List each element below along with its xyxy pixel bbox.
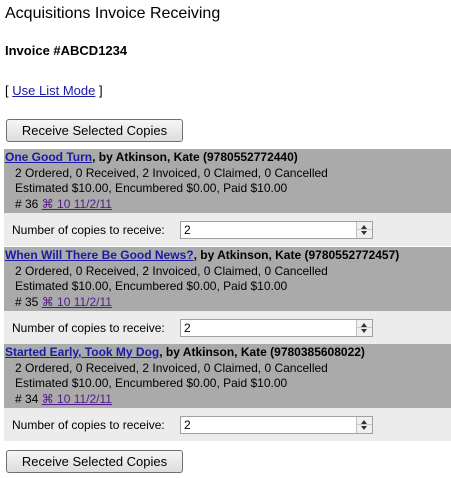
- receive-selected-copies-button-top[interactable]: Receive Selected Copies: [6, 119, 183, 142]
- lineitem-id-row: # 36 ⌘ 10 11/2/11: [5, 197, 451, 213]
- lineitem-info: When Will There Be Good News?, by Atkins…: [4, 247, 451, 311]
- spinner-down-icon[interactable]: [361, 329, 367, 333]
- lineitem-counts: 2 Ordered, 0 Received, 2 Invoiced, 0 Cla…: [15, 165, 328, 180]
- lineitem-info: One Good Turn, by Atkinson, Kate (978055…: [4, 149, 451, 213]
- spinner-down-icon[interactable]: [361, 426, 367, 430]
- purchase-order-link[interactable]: ⌘ 10 11/2/11: [42, 295, 112, 309]
- copies-to-receive-stepper[interactable]: 2: [180, 416, 373, 434]
- lineitem-block: When Will There Be Good News?, by Atkins…: [4, 247, 451, 344]
- lineitem-block: Started Early, Took My Dog, by Atkinson,…: [4, 344, 451, 441]
- copies-to-receive-value: 2: [184, 223, 191, 237]
- lineitem-number: # 34: [15, 391, 39, 406]
- lineitem-title-link[interactable]: When Will There Be Good News?: [5, 248, 194, 262]
- lineitem-id-row: # 35 ⌘ 10 11/2/11: [5, 295, 451, 311]
- copies-to-receive-stepper[interactable]: 2: [180, 221, 373, 239]
- lineitem-amounts: Estimated $10.00, Encumbered $0.00, Paid…: [15, 376, 288, 390]
- lineitem-author-isbn: , by Atkinson, Kate (9780552772457): [193, 248, 400, 262]
- lineitem-author-isbn: , by Atkinson, Kate (9780385608022): [159, 345, 365, 359]
- copies-to-receive-label: Number of copies to receive:: [12, 418, 165, 432]
- lineitem-counts: 2 Ordered, 0 Received, 2 Invoiced, 0 Cla…: [15, 263, 328, 278]
- copies-to-receive-value: 2: [184, 418, 191, 432]
- close-bracket: ]: [98, 83, 103, 98]
- lineitem-block: One Good Turn, by Atkinson, Kate (978055…: [4, 149, 451, 246]
- copies-to-receive-row: Number of copies to receive: 2: [4, 311, 451, 344]
- lineitem-heading: When Will There Be Good News?, by Atkins…: [5, 248, 451, 264]
- spinner-down-icon[interactable]: [361, 231, 367, 235]
- lineitem-id-row: # 34 ⌘ 10 11/2/11: [5, 392, 451, 408]
- lineitem-title-link[interactable]: Started Early, Took My Dog: [5, 345, 159, 359]
- spinner-buttons[interactable]: [356, 320, 372, 336]
- page-title: Acquisitions Invoice Receiving: [5, 5, 221, 22]
- copies-to-receive-label: Number of copies to receive:: [12, 321, 165, 335]
- lineitem-amounts: Estimated $10.00, Encumbered $0.00, Paid…: [15, 181, 288, 195]
- use-list-mode-link[interactable]: Use List Mode: [12, 83, 95, 98]
- invoice-label: Invoice #ABCD1234: [5, 43, 128, 58]
- copies-to-receive-stepper[interactable]: 2: [180, 319, 373, 337]
- lineitem-info: Started Early, Took My Dog, by Atkinson,…: [4, 344, 451, 408]
- lineitem-counts: 2 Ordered, 0 Received, 2 Invoiced, 0 Cla…: [15, 360, 328, 375]
- copies-to-receive-value: 2: [184, 321, 191, 335]
- lineitem-author-isbn: , by Atkinson, Kate (9780552772440): [92, 150, 298, 164]
- lineitem-heading: Started Early, Took My Dog, by Atkinson,…: [5, 345, 451, 361]
- lineitem-title-link[interactable]: One Good Turn: [5, 150, 92, 164]
- open-bracket: [: [5, 83, 9, 98]
- spinner-buttons[interactable]: [356, 417, 372, 433]
- copies-to-receive-row: Number of copies to receive: 2: [4, 213, 451, 246]
- lineitem-number: # 36: [15, 196, 39, 211]
- list-mode-toggle: [ Use List Mode ]: [5, 83, 103, 98]
- lineitem-number: # 35: [15, 294, 39, 309]
- lineitem-amounts: Estimated $10.00, Encumbered $0.00, Paid…: [15, 279, 288, 293]
- copies-to-receive-row: Number of copies to receive: 2: [4, 408, 451, 441]
- purchase-order-link[interactable]: ⌘ 10 11/2/11: [42, 392, 112, 406]
- purchase-order-link[interactable]: ⌘ 10 11/2/11: [42, 197, 112, 211]
- spinner-buttons[interactable]: [356, 222, 372, 238]
- lineitem-heading: One Good Turn, by Atkinson, Kate (978055…: [5, 150, 451, 166]
- invoice-receiving-page: Acquisitions Invoice Receiving Invoice #…: [0, 0, 451, 478]
- copies-to-receive-label: Number of copies to receive:: [12, 223, 165, 237]
- receive-selected-copies-button-bottom[interactable]: Receive Selected Copies: [6, 450, 183, 473]
